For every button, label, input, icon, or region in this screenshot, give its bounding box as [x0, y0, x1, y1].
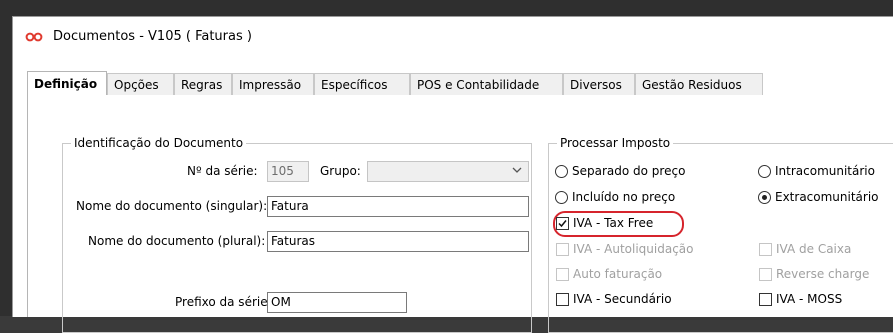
iva-moss-checkbox[interactable]	[759, 293, 772, 306]
tab-content: Identificação do Documento Nº da série: …	[27, 95, 893, 333]
grupo-label: Grupo:	[320, 164, 361, 178]
extracomunitario-radio[interactable]	[758, 191, 771, 204]
nome-singular-label: Nome do documento (singular):	[76, 199, 268, 213]
tab-especificos[interactable]: Específicos	[314, 73, 410, 95]
serie-field[interactable]: 105	[267, 161, 309, 182]
tab-diversos[interactable]: Diversos	[563, 73, 635, 95]
tab-definicao[interactable]: Definição	[27, 71, 107, 96]
extracomunitario-label[interactable]: Extracomunitário	[775, 190, 879, 204]
title-bar: Documentos - V105 ( Faturas )	[13, 17, 893, 57]
tab-regras[interactable]: Regras	[174, 73, 232, 95]
incluido-label[interactable]: Incluído no preço	[572, 190, 675, 204]
intracomunitario-label[interactable]: Intracomunitário	[775, 164, 875, 178]
prefixo-label: Prefixo da série:	[175, 295, 272, 309]
iva-moss-label[interactable]: IVA - MOSS	[776, 292, 842, 306]
iva-autoliquidacao-checkbox[interactable]	[556, 243, 569, 256]
tab-impressao[interactable]: Impressão	[232, 73, 314, 95]
imposto-title: Processar Imposto	[557, 136, 674, 150]
prefixo-field[interactable]: OM	[267, 292, 407, 313]
incluido-radio[interactable]	[555, 191, 568, 204]
identificacao-title: Identificação do Documento	[71, 136, 247, 150]
checkmark-icon	[558, 220, 567, 228]
tab-opcoes[interactable]: Opções	[107, 73, 174, 95]
separado-label[interactable]: Separado do preço	[572, 164, 685, 178]
tab-gestao-residuos[interactable]: Gestão Residuos	[635, 73, 763, 95]
auto-faturacao-checkbox[interactable]	[556, 268, 569, 281]
iva-caixa-label[interactable]: IVA de Caixa	[776, 242, 851, 256]
reverse-charge-checkbox[interactable]	[759, 268, 772, 281]
iva-tax-free-label[interactable]: IVA - Tax Free	[573, 216, 653, 230]
nome-plural-field[interactable]: Faturas	[267, 231, 529, 252]
auto-faturacao-label[interactable]: Auto faturação	[573, 267, 662, 281]
tab-pos-contabilidade[interactable]: POS e Contabilidade	[410, 73, 563, 95]
window-title: Documentos - V105 ( Faturas )	[53, 29, 252, 44]
tab-bar: Definição Opções Regras Impressão Especí…	[27, 71, 893, 96]
serie-label: Nº da série:	[187, 164, 258, 178]
iva-secundario-checkbox[interactable]	[556, 293, 569, 306]
reverse-charge-label[interactable]: Reverse charge	[776, 267, 869, 281]
nome-plural-label: Nome do documento (plural):	[88, 234, 266, 248]
nome-singular-field[interactable]: Fatura	[267, 196, 529, 217]
separado-radio[interactable]	[555, 165, 568, 178]
infinity-icon	[25, 32, 43, 42]
iva-tax-free-checkbox[interactable]	[556, 217, 569, 230]
document-window: Documentos - V105 ( Faturas ) Definição …	[12, 16, 893, 333]
grupo-select[interactable]	[367, 161, 529, 182]
iva-autoliquidacao-label[interactable]: IVA - Autoliquidação	[573, 242, 694, 256]
iva-caixa-checkbox[interactable]	[759, 243, 772, 256]
chevron-down-icon	[512, 167, 522, 173]
iva-secundario-label[interactable]: IVA - Secundário	[573, 292, 672, 306]
screen-background: Documentos - V105 ( Faturas ) Definição …	[0, 0, 893, 333]
intracomunitario-radio[interactable]	[758, 165, 771, 178]
